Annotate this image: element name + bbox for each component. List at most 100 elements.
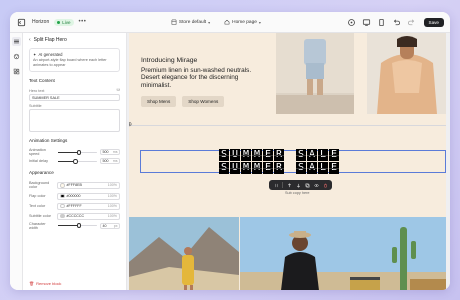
slider-thumb[interactable] [73, 159, 78, 164]
animation-speed-input[interactable]: 500 ms [100, 149, 120, 156]
mobile-preview-icon[interactable] [376, 17, 387, 28]
split-flap-display: SUMMERSALE SUMMERSALE [219, 149, 344, 176]
flap-character: E [263, 162, 273, 174]
hero-text-input[interactable]: SUMMER SALE [29, 94, 120, 102]
flap-character: L [318, 149, 328, 161]
animation-speed-slider[interactable] [58, 150, 97, 155]
store-select[interactable]: Store default ▾ [171, 19, 210, 25]
flap-caption: Sub copy here [285, 191, 310, 195]
color-label: Flap color [29, 194, 46, 199]
move-down-icon[interactable] [295, 182, 301, 188]
subtitle-textarea[interactable] [29, 109, 120, 133]
color-row: Subtitle color #CCCCCC 100% [29, 212, 120, 220]
apps-icon[interactable] [12, 67, 21, 76]
move-up-icon[interactable] [286, 182, 292, 188]
flap-character: U [230, 149, 240, 161]
color-settings: Background color #FFF8EB 100% Flap color #00… [29, 178, 120, 220]
flap-character: A [307, 162, 317, 174]
color-swatch[interactable] [60, 203, 65, 209]
initial-delay-slider[interactable] [58, 159, 97, 164]
drag-handle-icon[interactable]: ⊕ [129, 121, 132, 128]
save-button[interactable]: Save [423, 17, 444, 27]
slider-thumb[interactable] [76, 150, 82, 155]
topbar-selectors: Store default ▾ Home page ▾ [91, 19, 340, 25]
theme-icon[interactable] [12, 52, 21, 61]
character-width-input[interactable]: 40 px [100, 222, 120, 229]
color-row: Flap color #000000 100% [29, 192, 120, 200]
delete-icon[interactable] [322, 182, 328, 188]
color-opacity: 100% [107, 214, 117, 219]
color-swatch[interactable] [60, 193, 65, 199]
text-content-heading: Text Content [29, 78, 55, 84]
hero-photo-men [276, 33, 354, 114]
shop-mens-button[interactable]: Shop Mens [141, 96, 177, 108]
desktop-preview-icon[interactable] [361, 17, 372, 28]
color-label: Text color [29, 204, 46, 209]
color-input[interactable]: #000000 100% [57, 192, 120, 200]
hero-text-label-row: Hero text ⛁ [29, 86, 120, 93]
flap-character: E [263, 149, 273, 161]
slider-thumb[interactable] [76, 223, 82, 228]
redo-icon[interactable] [406, 17, 417, 28]
remove-block-button[interactable]: 🗑 Remove block [29, 281, 120, 286]
undo-icon[interactable] [391, 17, 402, 28]
color-swatch[interactable] [60, 213, 65, 219]
flap-character: S [296, 162, 306, 174]
ai-card-description: An airport-style flap board where each l… [33, 58, 107, 68]
color-row: Background color #FFF8EB 100% [29, 181, 120, 189]
drag-dots-icon[interactable] [273, 182, 279, 188]
color-input[interactable]: #FFF8EB 100% [57, 181, 120, 189]
flap-line-1: SUMMERSALE [219, 149, 344, 161]
dynamic-source-icon[interactable]: ⛁ [117, 87, 120, 92]
flap-character: M [252, 162, 262, 174]
animation-speed-label: Animation speed [29, 148, 46, 157]
block-toolbar [269, 180, 332, 190]
color-hex: #000000 [66, 194, 81, 199]
initial-delay-value: 500 [102, 159, 109, 164]
page-select[interactable]: Home page ▾ [224, 19, 261, 25]
desert-photo-man [240, 217, 446, 290]
section-divider [129, 125, 446, 126]
color-opacity: 100% [107, 194, 117, 199]
store-select-label: Store default [178, 19, 207, 25]
color-input[interactable]: #FFFFFF 100% [57, 202, 120, 210]
inspect-icon[interactable] [346, 17, 357, 28]
color-swatch[interactable] [60, 183, 65, 188]
animation-speed-value: 500 [102, 150, 109, 155]
flap-character: S [219, 149, 229, 161]
flap-character: L [318, 162, 328, 174]
ai-card-title: AI generated [38, 52, 63, 57]
hero-title: Introducing Mirage [141, 57, 198, 64]
animation-settings-heading: Animation Settings [29, 138, 68, 144]
hero-text-label: Hero text [29, 89, 45, 94]
store-icon [171, 19, 177, 25]
color-row: Text color #FFFFFF 100% [29, 202, 120, 210]
shop-womens-button[interactable]: Shop Womens [182, 96, 225, 108]
flap-character [285, 162, 295, 174]
flap-character: S [296, 149, 306, 161]
flap-character: E [329, 162, 339, 174]
flap-character: S [219, 162, 229, 174]
character-width-slider[interactable] [58, 223, 97, 228]
appearance-heading: Appearance [29, 170, 54, 176]
hide-icon[interactable] [313, 182, 319, 188]
flap-character: M [241, 162, 251, 174]
exit-icon[interactable] [16, 17, 27, 28]
color-opacity: 100% [107, 204, 117, 209]
color-hex: #FFF8EB [66, 183, 82, 188]
duplicate-icon[interactable] [304, 182, 310, 188]
live-dot-icon [57, 20, 61, 24]
chevron-down-icon: ▾ [208, 19, 211, 25]
flap-character: U [230, 162, 240, 174]
character-width-value: 40 [102, 223, 107, 228]
editor-window: Horizon Live ••• Store default ▾ Home pa… [10, 12, 450, 290]
initial-delay-input[interactable]: 500 ms [100, 158, 120, 165]
more-menu-button[interactable]: ••• [79, 19, 87, 25]
back-button[interactable]: ‹ [29, 37, 31, 43]
panel-title: Split Flap Hero [33, 36, 67, 43]
layers-icon[interactable] [11, 37, 21, 46]
hero-subtitle: Premium linen in sun-washed neutrals. De… [141, 67, 252, 89]
site-name: Horizon [32, 19, 50, 25]
color-input[interactable]: #CCCCCC 100% [57, 212, 120, 220]
flap-character: E [329, 149, 339, 161]
